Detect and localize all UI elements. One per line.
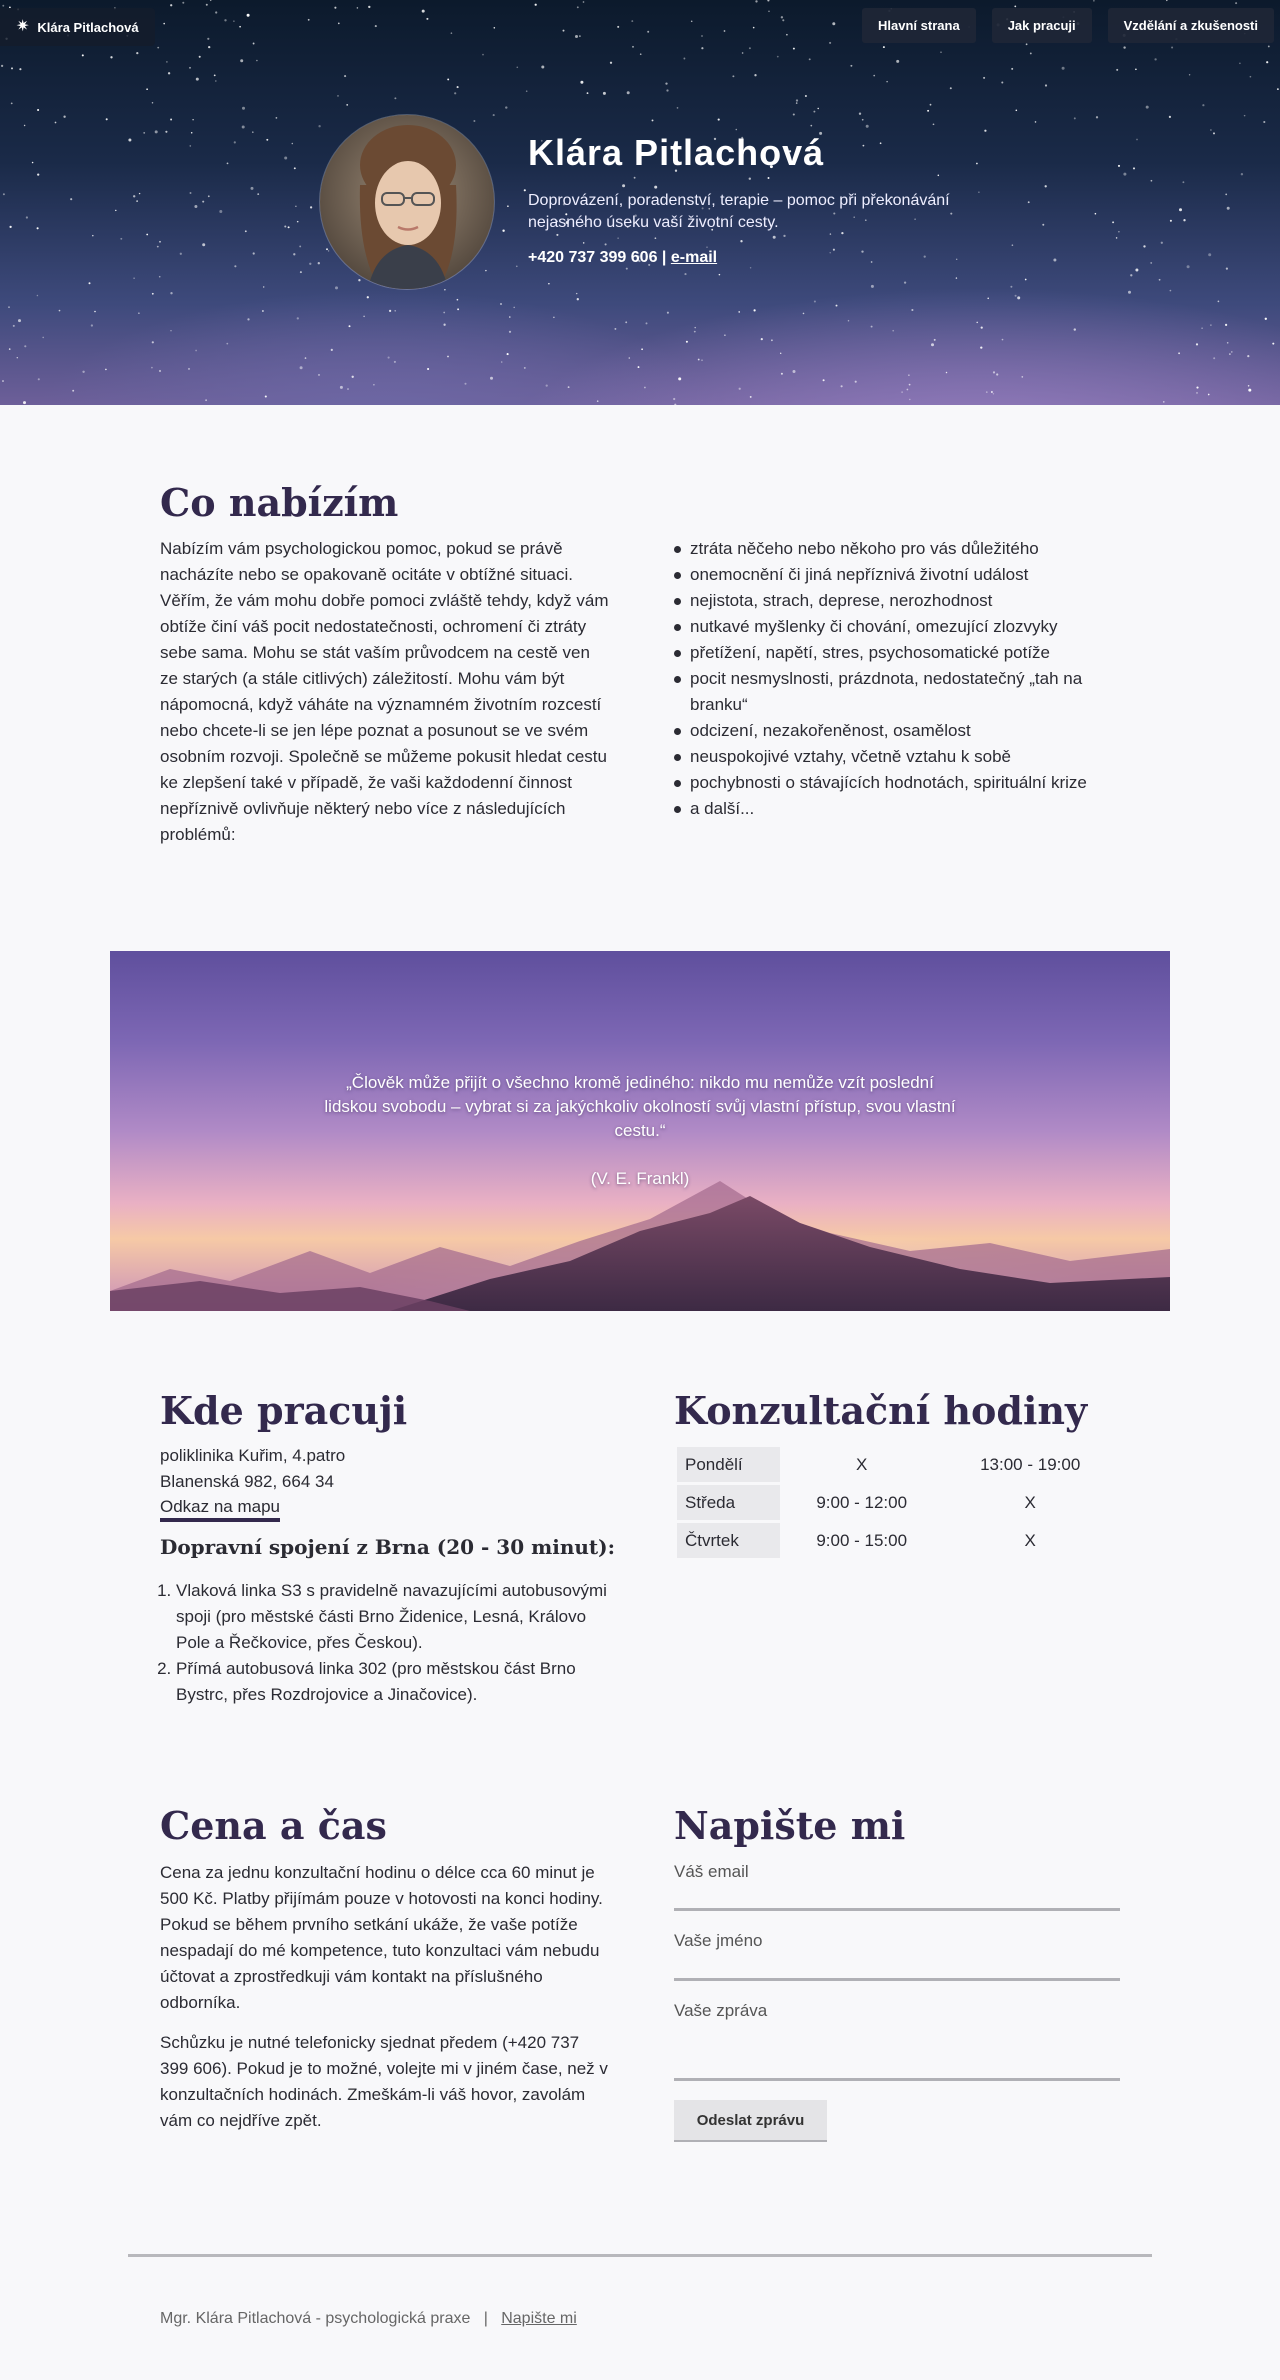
address-line: Blanenská 982, 664 34 — [160, 1472, 334, 1491]
email-field[interactable] — [674, 1908, 1120, 1911]
list-item: nejistota, strach, deprese, nerozhodnost — [674, 588, 1120, 614]
nav-item-how-i-work[interactable]: Jak pracuji — [991, 8, 1092, 43]
address-line: poliklinika Kuřim, 4.patro — [160, 1446, 346, 1465]
message-field-label: Vaše zpráva — [674, 2001, 768, 2020]
offer-title: Co nabízím — [160, 480, 399, 525]
footer-contact-link[interactable]: Napište mi — [501, 2310, 577, 2327]
main-nav: Hlavní strana Jak pracuji Vzdělání a zku… — [862, 8, 1274, 43]
hero-name: Klára Pitlachová — [528, 132, 825, 173]
quote-author: (V. E. Frankl) — [590, 1169, 690, 1188]
footer-separator: | — [483, 2310, 488, 2327]
table-row: Středa 9:00 - 12:00 X — [674, 1482, 1120, 1523]
list-item: a další... — [674, 796, 1120, 822]
list-item: pochybnosti o stávajících hodnotách, spi… — [674, 770, 1120, 796]
avatar — [320, 115, 494, 289]
list-item: pocit nesmyslnosti, prázdnota, nedostate… — [674, 666, 1120, 718]
problem-list: ztráta něčeho nebo někoho pro vás důleži… — [674, 536, 1120, 822]
list-item: onemocnění či jiná nepříznivá životní ud… — [674, 562, 1120, 588]
email-link[interactable]: e-mail — [671, 249, 717, 266]
time-cell: 13:00 - 19:00 — [940, 1444, 1120, 1485]
list-item: Přímá autobusová linka 302 (pro městskou… — [176, 1656, 610, 1708]
day-cell: Pondělí — [674, 1444, 783, 1485]
quote-banner: „Člověk může přijít o všechno kromě jedi… — [110, 951, 1170, 1311]
hero-header: ✷ Klára Pitlachová Hlavní strana Jak pra… — [0, 0, 1280, 405]
price-title: Cena a čas — [160, 1803, 387, 1848]
footer-divider — [128, 2254, 1152, 2257]
quote-text: „Člověk může přijít o všechno kromě jedi… — [324, 1073, 956, 1140]
address: poliklinika Kuřim, 4.patro Blanenská 982… — [160, 1443, 345, 1495]
list-item: odcizení, nezakořeněnost, osamělost — [674, 718, 1120, 744]
brand-link[interactable]: ✷ Klára Pitlachová — [0, 8, 155, 46]
footer-text: Mgr. Klára Pitlachová - psychologická pr… — [160, 2310, 471, 2327]
day-cell: Středa — [674, 1482, 783, 1523]
time-cell: X — [940, 1482, 1120, 1523]
star-icon: ✷ — [16, 18, 30, 35]
name-field-label: Vaše jméno — [674, 1931, 763, 1950]
hours-table: Pondělí X 13:00 - 19:00 Středa 9:00 - 12… — [674, 1444, 1120, 1561]
map-link[interactable]: Odkaz na mapu — [160, 1496, 281, 1522]
table-row: Čtvrtek 9:00 - 15:00 X — [674, 1520, 1120, 1561]
transport-list: Vlaková linka S3 s pravidelně navazující… — [160, 1578, 610, 1708]
time-cell: X — [940, 1520, 1120, 1561]
where-title: Kde pracuji — [160, 1388, 408, 1433]
contact-title: Napište mi — [674, 1803, 906, 1848]
brand-label: Klára Pitlachová — [37, 19, 139, 35]
submit-button[interactable]: Odeslat zprávu — [674, 2100, 827, 2142]
email-field-label: Váš email — [674, 1862, 749, 1881]
list-item: neuspokojivé vztahy, včetně vztahu k sob… — [674, 744, 1120, 770]
list-item: přetížení, napětí, stres, psychosomatick… — [674, 640, 1120, 666]
time-cell: 9:00 - 12:00 — [779, 1482, 944, 1523]
portrait-image — [320, 115, 494, 289]
contact-separator: | — [661, 249, 667, 266]
list-item: ztráta něčeho nebo někoho pro vás důleži… — [674, 536, 1120, 562]
name-field[interactable] — [674, 1978, 1120, 1981]
hero-contact: +420 737 399 606 | e-mail — [528, 249, 717, 267]
hours-title: Konzultační hodiny — [674, 1388, 1088, 1433]
list-item: Vlaková linka S3 s pravidelně navazující… — [176, 1578, 610, 1656]
message-field[interactable] — [674, 2078, 1120, 2081]
hero-subtitle: Doprovázení, poradenství, terapie – pomo… — [528, 192, 950, 231]
price-text: Cena za jednu konzultační hodinu o délce… — [160, 1863, 603, 2012]
offer-text: Nabízím vám psychologickou pomoc, pokud … — [160, 539, 609, 844]
day-cell: Čtvrtek — [674, 1520, 783, 1561]
phone-number: +420 737 399 606 — [528, 249, 658, 266]
table-row: Pondělí X 13:00 - 19:00 — [674, 1444, 1120, 1485]
nav-item-home[interactable]: Hlavní strana — [862, 8, 976, 43]
time-cell: X — [779, 1444, 944, 1485]
transport-title: Dopravní spojení z Brna (20 - 30 minut): — [160, 1535, 615, 1559]
time-cell: 9:00 - 15:00 — [779, 1520, 944, 1561]
nav-item-education[interactable]: Vzdělání a zkušenosti — [1107, 8, 1274, 43]
list-item: nutkavé myšlenky či chování, omezující z… — [674, 614, 1120, 640]
booking-text: Schůzku je nutné telefonicky sjednat pře… — [160, 2033, 608, 2130]
footer: Mgr. Klára Pitlachová - psychologická pr… — [160, 2310, 577, 2328]
